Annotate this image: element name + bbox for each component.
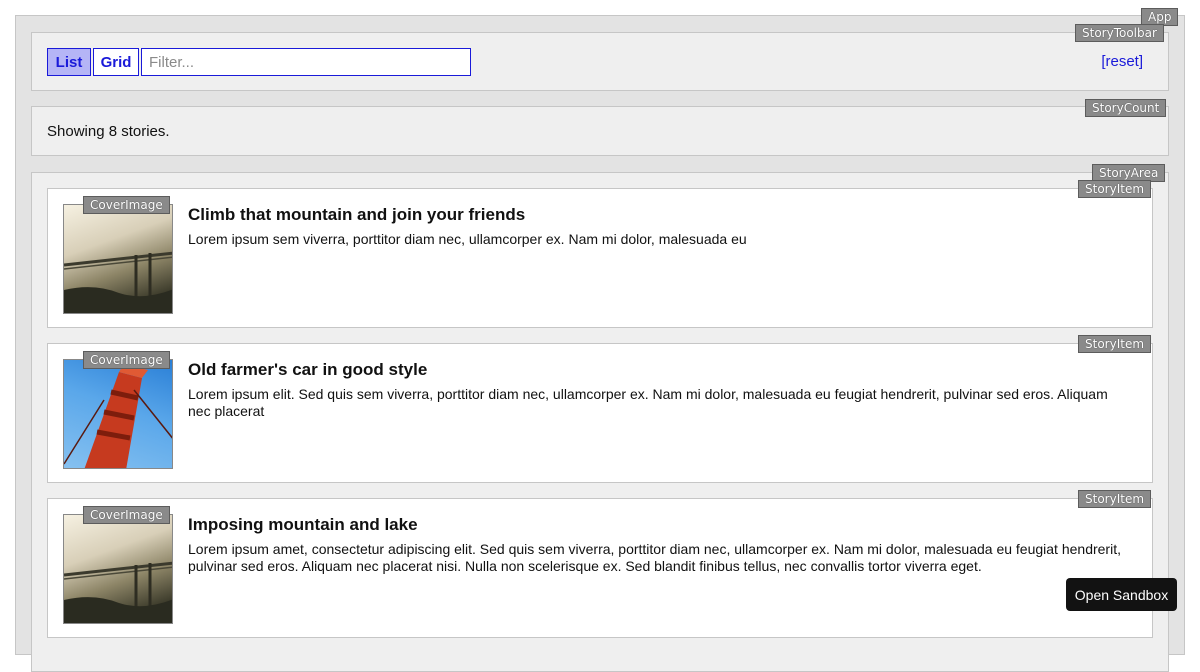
story-item[interactable]: Imposing mountain and lake Lorem ipsum a… xyxy=(47,498,1153,638)
story-item[interactable]: Climb that mountain and join your friend… xyxy=(47,188,1153,328)
cover-image-debug-tag: CoverImage xyxy=(83,351,170,369)
story-count: Showing 8 stories. xyxy=(31,106,1169,156)
bridge-silhouette-icon xyxy=(64,251,172,313)
story-title[interactable]: Imposing mountain and lake xyxy=(188,515,418,535)
story-title[interactable]: Old farmer's car in good style xyxy=(188,360,427,380)
misty-bridge-image xyxy=(63,204,173,314)
grid-view-button[interactable]: Grid xyxy=(93,48,139,76)
story-body: Lorem ipsum elit. Sed quis sem viverra, … xyxy=(188,386,1108,419)
red-bridge-tower-image xyxy=(63,359,173,469)
story-item-debug-tag: StoryItem xyxy=(1078,180,1152,198)
open-sandbox-button[interactable]: Open Sandbox xyxy=(1066,578,1177,611)
story-body: Lorem ipsum amet, consectetur adipiscing… xyxy=(188,541,1121,574)
story-title[interactable]: Climb that mountain and join your friend… xyxy=(188,205,525,225)
list-view-button[interactable]: List xyxy=(47,48,91,76)
story-item-debug-tag: StoryItem xyxy=(1078,490,1152,508)
misty-bridge-image xyxy=(63,514,173,624)
story-area: Climb that mountain and join your friend… xyxy=(31,172,1169,672)
story-count-text: Showing 8 stories. xyxy=(47,123,170,140)
story-toolbar-debug-tag: StoryToolbar xyxy=(1075,24,1164,42)
reset-link[interactable]: [reset] xyxy=(1101,53,1143,70)
story-item-debug-tag: StoryItem xyxy=(1078,335,1152,353)
story-toolbar: List Grid [reset] xyxy=(31,32,1169,91)
app-container: List Grid [reset] Showing 8 stories. Cli… xyxy=(15,15,1185,672)
cover-image-debug-tag: CoverImage xyxy=(83,196,170,214)
bridge-tower-icon xyxy=(64,364,172,468)
bridge-silhouette-icon xyxy=(64,561,172,623)
cover-image-debug-tag: CoverImage xyxy=(83,506,170,524)
story-count-debug-tag: StoryCount xyxy=(1085,99,1167,117)
story-body: Lorem ipsum sem viverra, porttitor diam … xyxy=(188,231,747,247)
filter-input[interactable] xyxy=(141,48,471,76)
story-item[interactable]: Old farmer's car in good style Lorem ips… xyxy=(47,343,1153,483)
